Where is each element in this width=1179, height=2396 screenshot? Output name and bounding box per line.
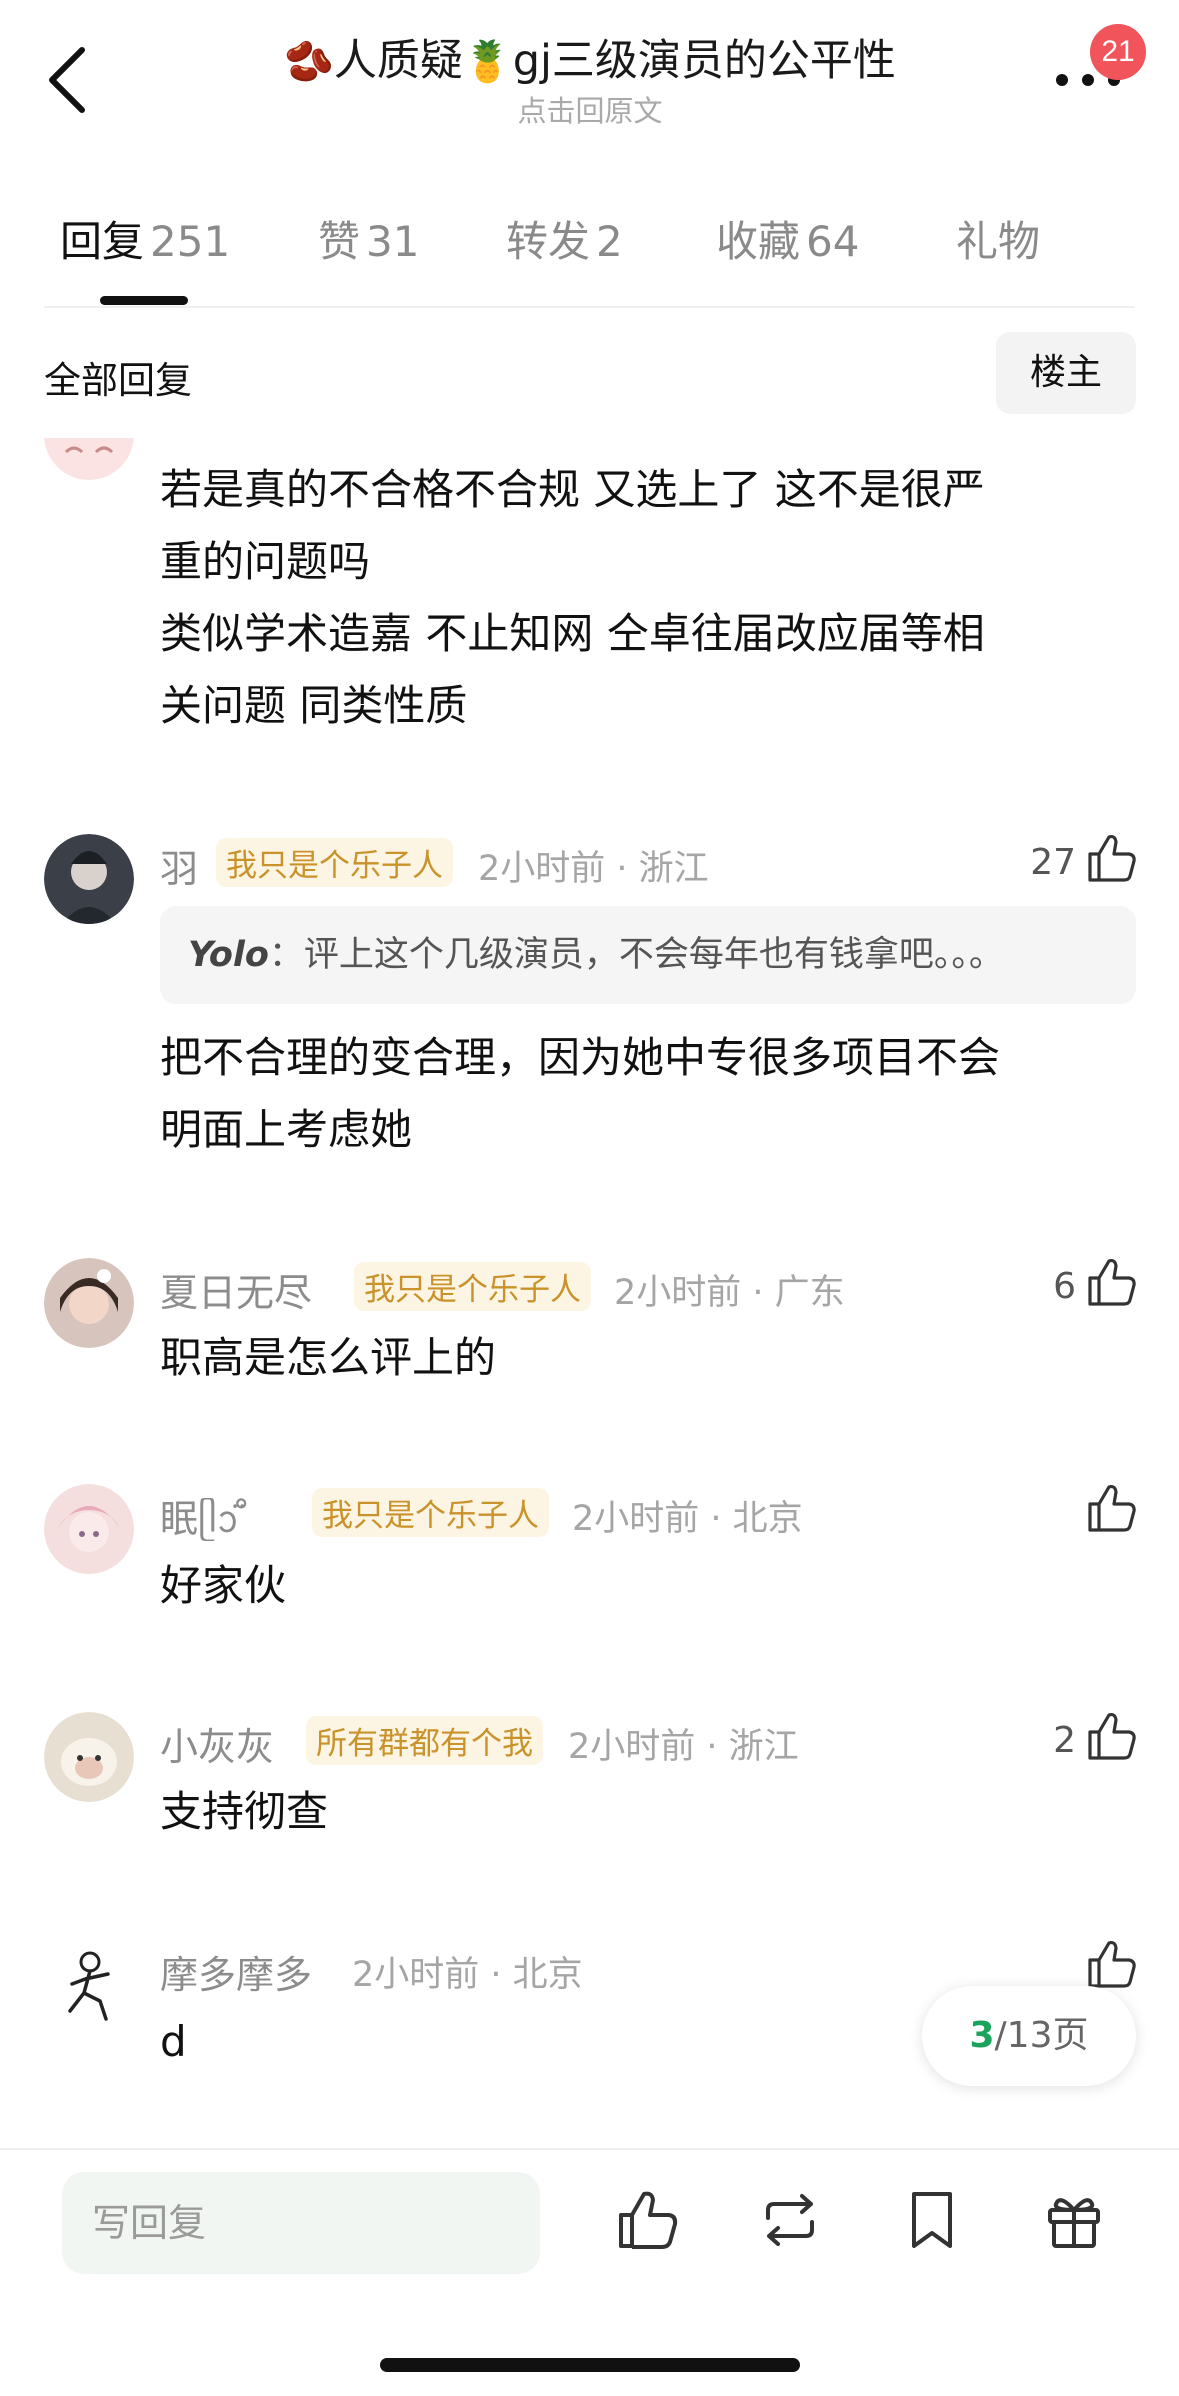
tab-likes[interactable]: 赞 31 — [318, 208, 419, 269]
like-count: 2 — [1053, 1720, 1076, 1761]
avatar[interactable] — [44, 834, 134, 924]
home-indicator — [380, 2358, 800, 2372]
comment-text: 支持彻查 — [160, 1787, 329, 1836]
tab-divider — [44, 306, 1135, 308]
all-replies-heading: 全部回复 — [44, 359, 192, 402]
avatar[interactable] — [44, 1940, 134, 2030]
notification-badge: 21 — [1090, 24, 1146, 80]
comment-meta: 2小时前 · 浙江 — [478, 849, 709, 889]
bookmark-icon[interactable] — [900, 2188, 964, 2252]
reply-input[interactable]: 写回复 — [62, 2172, 540, 2274]
comment-text: 若是真的不合格不合规 又选上了 这不是很严 重的问题吗 类似学术造嘉 不止知网 … — [160, 465, 985, 730]
comment-meta: 2小时前 · 广东 — [614, 1273, 845, 1313]
post-title-area[interactable]: 🫘人质疑🍍gj三级演员的公平性 点击回原文 — [200, 30, 980, 129]
comment-text: 好家伙 — [160, 1561, 287, 1610]
user-tag: 所有群都有个我 — [306, 1716, 543, 1765]
thumbs-up-icon[interactable] — [616, 2188, 680, 2252]
avatar[interactable] — [44, 1258, 134, 1348]
comment-author-name[interactable]: 夏日无尽 — [160, 1262, 312, 1317]
comment-meta: 2小时前 · 北京 — [572, 1499, 803, 1539]
avatar[interactable] — [44, 1712, 134, 1802]
post-title[interactable]: 🫘人质疑🍍gj三级演员的公平性 — [200, 30, 980, 93]
back-to-post-link[interactable]: 点击回原文 — [200, 93, 980, 129]
owner-only-button[interactable]: 楼主 — [996, 332, 1136, 414]
comment-text: 把不合理的变合理，因为她中专很多项目不会 明面上考虑她 — [160, 1033, 1001, 1154]
thumbs-up-icon[interactable] — [1086, 1482, 1138, 1534]
tab-bar: 回复 251 赞 31 转发 2 收藏 64 礼物 — [0, 208, 1179, 284]
page-indicator[interactable]: 3/13页 — [922, 1986, 1136, 2086]
comment-author-name[interactable]: 眠ᥫᩣ̈ ̊ — [160, 1488, 251, 1552]
active-tab-indicator — [100, 296, 188, 305]
thumbs-up-icon[interactable] — [1086, 1938, 1138, 1990]
comment-author-name[interactable]: 小灰灰 — [160, 1716, 274, 1771]
thumbs-up-icon[interactable] — [1086, 832, 1138, 884]
pineapple-emoji: 🍍 — [462, 39, 513, 85]
comment-meta: 2小时前 · 浙江 — [568, 1727, 799, 1767]
back-arrow-icon[interactable] — [40, 44, 96, 116]
tab-replies[interactable]: 回复 251 — [60, 208, 230, 269]
comment-author-name[interactable]: 摩多摩多 — [160, 1944, 312, 1999]
tab-reposts[interactable]: 转发 2 — [506, 208, 623, 269]
avatar[interactable] — [44, 1484, 134, 1574]
comment-author-name[interactable]: 羽 — [160, 838, 198, 893]
tab-favorites[interactable]: 收藏 64 — [716, 208, 859, 269]
user-tag: 我只是个乐子人 — [312, 1488, 549, 1537]
thumbs-up-icon[interactable] — [1086, 1710, 1138, 1762]
user-tag: 我只是个乐子人 — [354, 1262, 591, 1311]
comment-text: d — [160, 2017, 187, 2066]
like-count: 6 — [1053, 1266, 1076, 1307]
repost-icon[interactable] — [758, 2188, 822, 2252]
user-tag: 我只是个乐子人 — [216, 838, 453, 887]
quoted-reply[interactable]: Yolo：评上这个几级演员，不会每年也有钱拿吧。。。 — [160, 906, 1136, 1004]
gift-icon[interactable] — [1042, 2188, 1106, 2252]
beans-emoji: 🫘 — [284, 39, 334, 85]
tab-gifts[interactable]: 礼物 — [956, 208, 1040, 269]
comment-text: 职高是怎么评上的 — [160, 1333, 497, 1382]
bottom-bar-divider — [0, 2148, 1179, 2150]
like-count: 27 — [1030, 842, 1076, 883]
comment-meta: 2小时前 · 北京 — [352, 1955, 583, 1995]
thumbs-up-icon[interactable] — [1086, 1256, 1138, 1308]
